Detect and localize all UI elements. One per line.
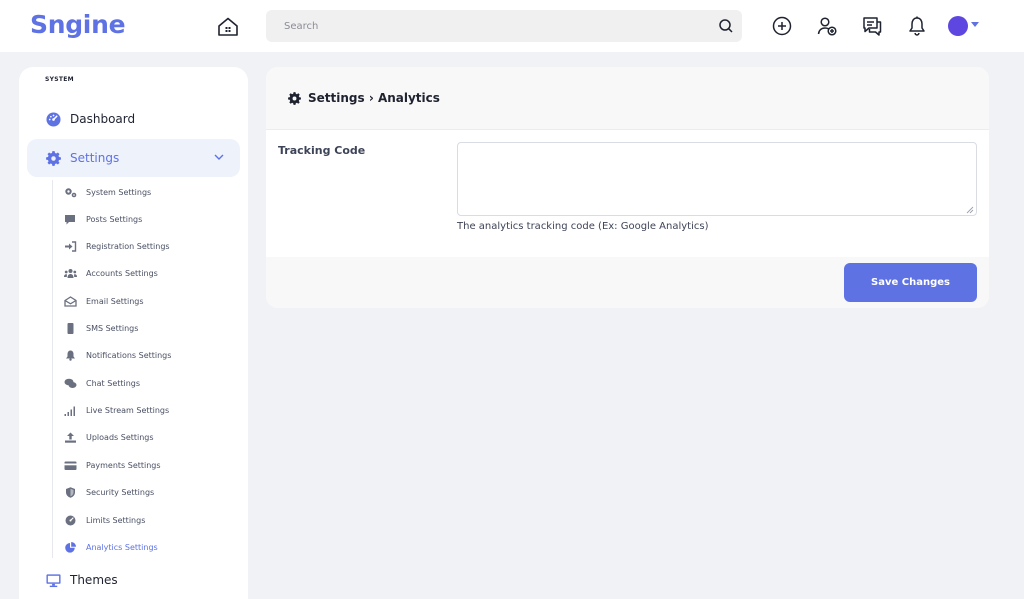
upload-icon xyxy=(65,432,76,443)
sidebar-subitem-label: Live Stream Settings xyxy=(86,405,170,415)
sidebar-subitem-live-stream-settings[interactable]: Live Stream Settings xyxy=(64,403,169,417)
tracking-code-label: Tracking Code xyxy=(278,144,366,157)
sign-in-icon xyxy=(65,240,77,252)
bell-icon[interactable] xyxy=(906,15,928,37)
sidebar-subitem-label: Security Settings xyxy=(86,487,155,497)
sidebar-item-label: Dashboard xyxy=(70,112,136,126)
comment-icon xyxy=(65,214,75,224)
cogs-icon xyxy=(65,187,77,197)
friend-request-icon[interactable] xyxy=(816,15,838,37)
top-bar: Sngine xyxy=(0,0,1024,52)
monitor-icon xyxy=(46,574,61,588)
sidebar-subitem-label: Payments Settings xyxy=(86,460,161,470)
settings-card: Settings › Analytics Tracking Code The a… xyxy=(266,67,989,308)
bell-icon xyxy=(66,350,75,361)
help-text: The analytics tracking code (Ex: Google … xyxy=(457,221,709,232)
shield-icon xyxy=(66,486,75,498)
sidebar-subitem-label: Notifications Settings xyxy=(86,350,172,360)
sidebar-subitem-label: Email Settings xyxy=(86,296,144,306)
sidebar-item-label: Settings xyxy=(70,151,120,165)
gear-icon xyxy=(288,92,301,105)
dashboard-icon xyxy=(46,112,61,127)
sidebar-item-settings[interactable]: Settings xyxy=(27,139,240,177)
signal-icon xyxy=(64,406,75,416)
messages-icon[interactable] xyxy=(861,15,883,37)
sidebar-item-dashboard[interactable]: Dashboard xyxy=(27,100,240,138)
search-icon[interactable] xyxy=(718,18,734,34)
sidebar-subitem-label: Registration Settings xyxy=(86,241,170,251)
sidebar-subitem-registration-settings[interactable]: Registration Settings xyxy=(64,239,170,253)
sidebar: SYSTEM Dashboard Settings System Setting… xyxy=(19,67,248,599)
mobile-icon xyxy=(67,322,74,334)
sidebar-subitem-email-settings[interactable]: Email Settings xyxy=(64,294,144,308)
add-circle-icon[interactable] xyxy=(771,15,793,37)
search-input[interactable] xyxy=(266,10,706,42)
sidebar-subitem-limits-settings[interactable]: Limits Settings xyxy=(64,513,145,527)
sidebar-subitem-sms-settings[interactable]: SMS Settings xyxy=(64,321,138,335)
search-bar xyxy=(266,10,742,42)
sidebar-subitem-label: Chat Settings xyxy=(86,378,141,388)
submenu-divider xyxy=(52,180,53,558)
sidebar-subitem-chat-settings[interactable]: Chat Settings xyxy=(64,376,140,390)
sidebar-subitem-label: Analytics Settings xyxy=(86,542,158,552)
pie-chart-icon xyxy=(65,541,76,553)
save-changes-button[interactable]: Save Changes xyxy=(844,263,977,302)
sidebar-section-title: SYSTEM xyxy=(45,76,74,83)
sidebar-subitem-label: Accounts Settings xyxy=(86,268,158,278)
card-header: Settings › Analytics xyxy=(266,67,989,130)
sidebar-subitem-analytics-settings[interactable]: Analytics Settings xyxy=(64,540,158,554)
sidebar-item-themes[interactable]: Themes xyxy=(27,561,240,599)
sidebar-subitem-label: System Settings xyxy=(86,187,152,197)
gear-icon xyxy=(46,151,61,166)
sidebar-item-label: Themes xyxy=(70,573,118,587)
tracking-code-textarea[interactable] xyxy=(457,142,977,216)
sidebar-subitem-security-settings[interactable]: Security Settings xyxy=(64,485,154,499)
page-title: Settings › Analytics xyxy=(308,91,440,105)
caret-down-icon[interactable] xyxy=(971,22,979,28)
gauge-icon xyxy=(65,515,76,525)
sidebar-subitem-posts-settings[interactable]: Posts Settings xyxy=(64,212,142,226)
sidebar-subitem-label: SMS Settings xyxy=(86,323,139,333)
sidebar-subitem-uploads-settings[interactable]: Uploads Settings xyxy=(64,430,154,444)
sidebar-subitem-label: Posts Settings xyxy=(86,214,143,224)
chevron-down-icon[interactable] xyxy=(214,154,224,161)
avatar[interactable] xyxy=(948,16,968,36)
resize-grip-icon[interactable] xyxy=(966,206,974,214)
card-footer: Save Changes xyxy=(266,257,989,308)
logo[interactable]: Sngine xyxy=(30,10,126,39)
sidebar-subitem-accounts-settings[interactable]: Accounts Settings xyxy=(64,266,158,280)
home-icon[interactable] xyxy=(216,15,240,39)
users-icon xyxy=(64,268,77,278)
credit-card-icon xyxy=(64,461,77,470)
sidebar-subitem-notifications-settings[interactable]: Notifications Settings xyxy=(64,348,171,362)
sidebar-subitem-system-settings[interactable]: System Settings xyxy=(64,185,151,199)
sidebar-subitem-label: Limits Settings xyxy=(86,515,146,525)
sidebar-subitem-payments-settings[interactable]: Payments Settings xyxy=(64,458,161,472)
envelope-open-icon xyxy=(64,295,77,307)
comments-icon xyxy=(64,378,77,388)
sidebar-subitem-label: Uploads Settings xyxy=(86,432,154,442)
